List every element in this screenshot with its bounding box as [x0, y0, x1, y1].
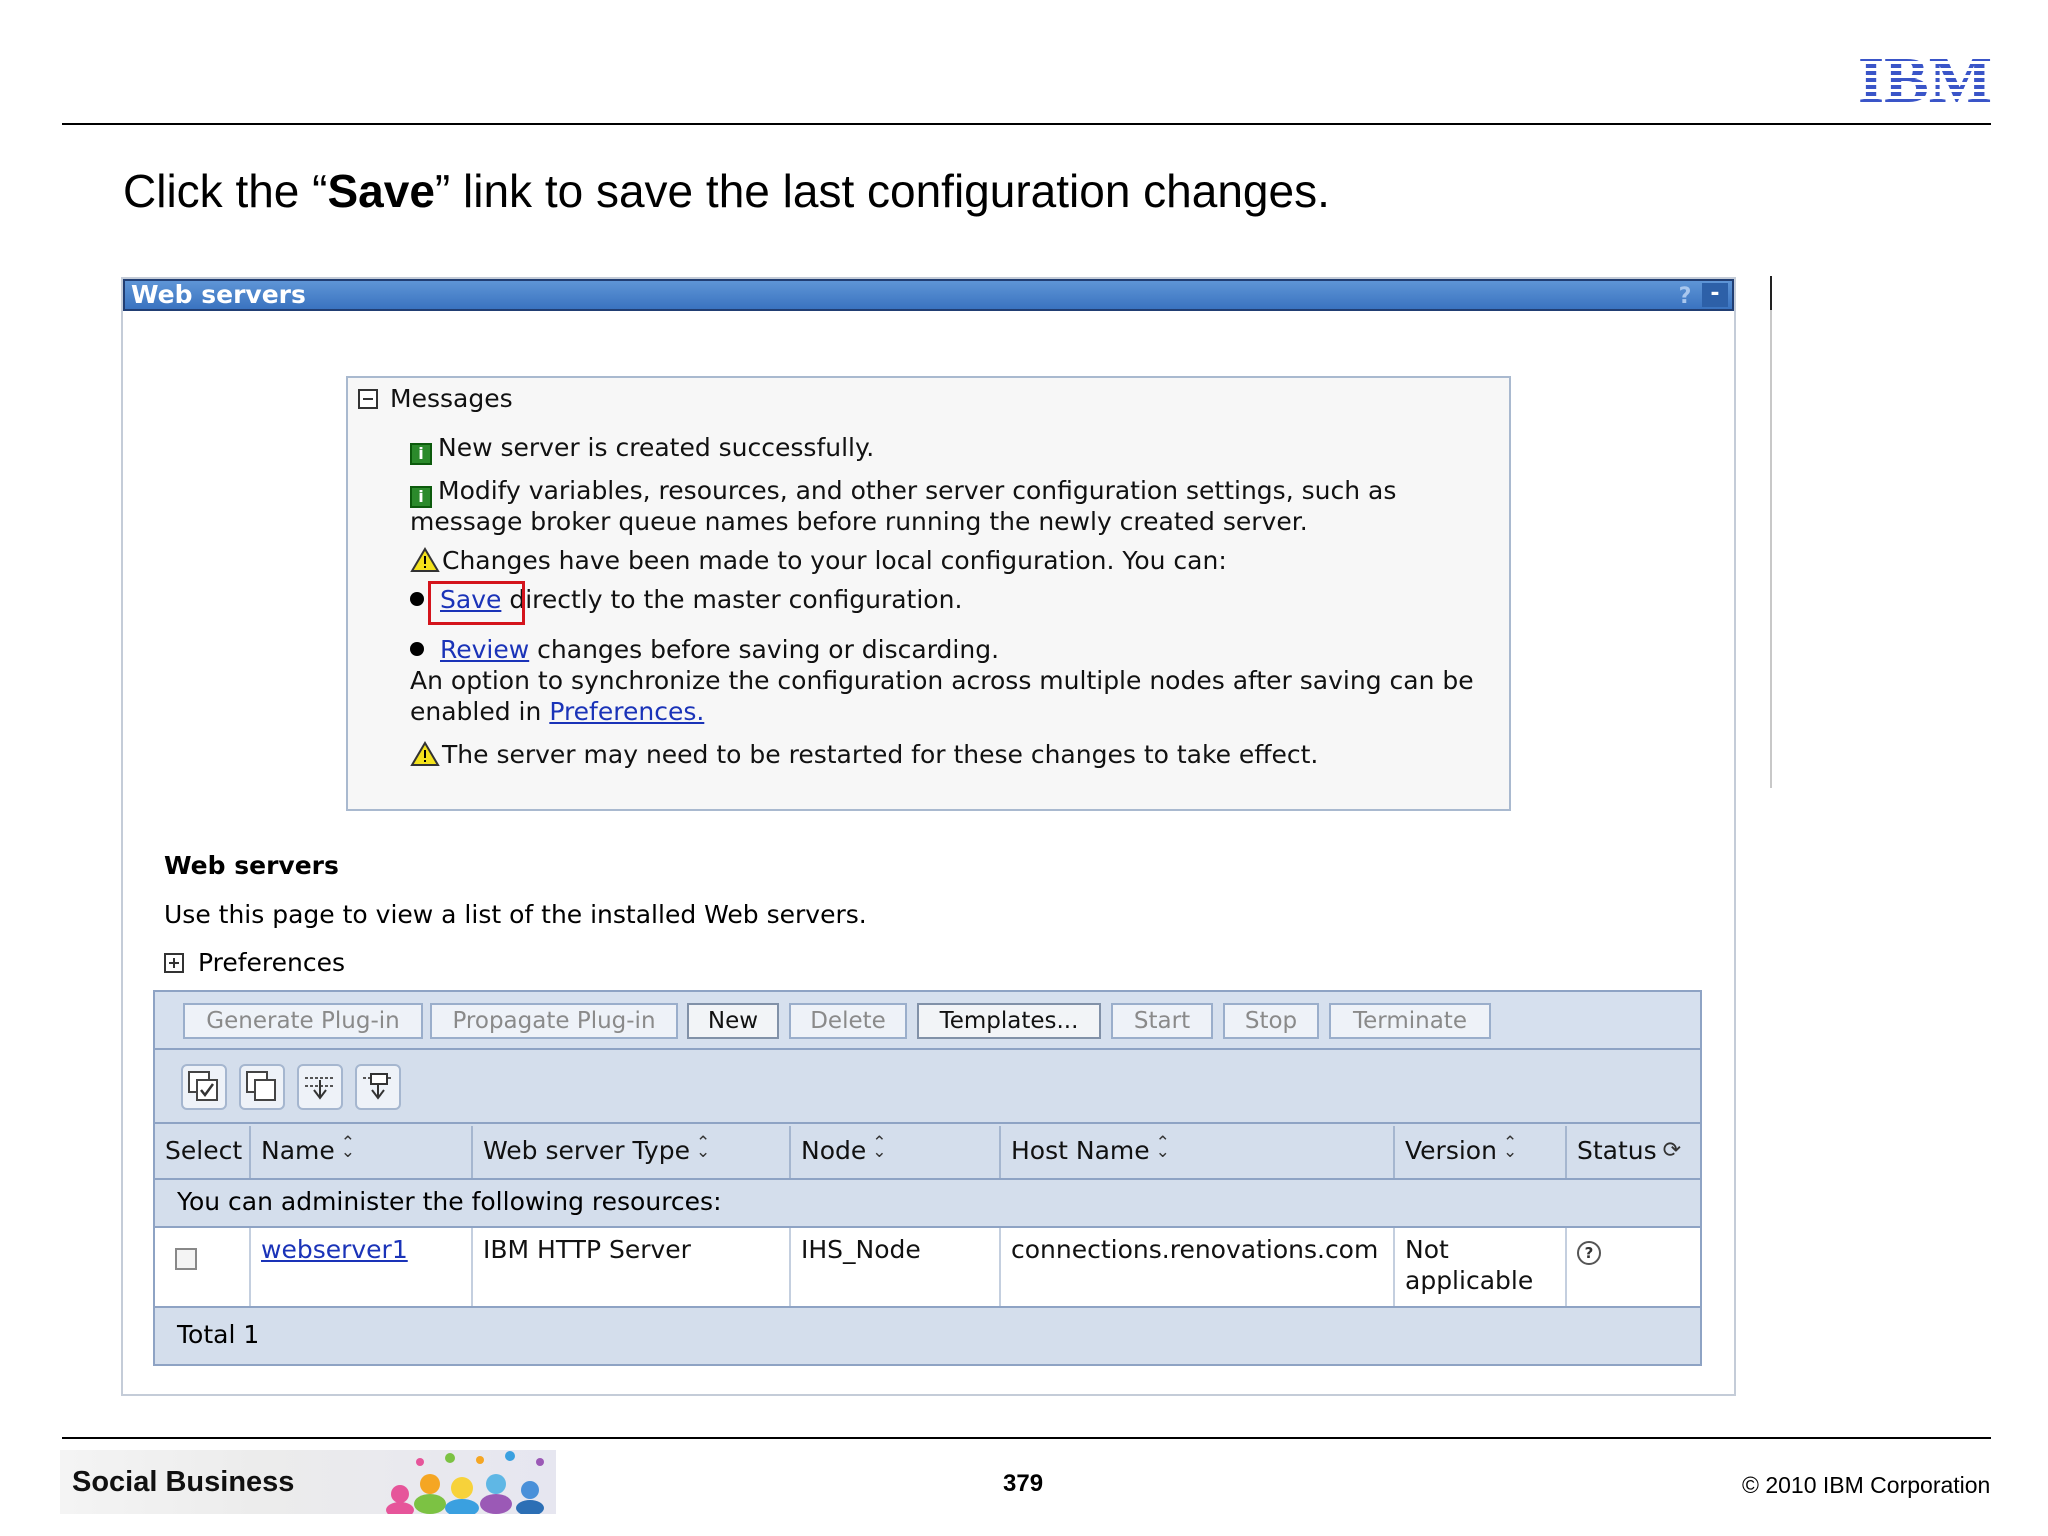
column-header-select: Select: [155, 1126, 251, 1178]
footer-rule: [62, 1437, 1991, 1439]
info-icon: i: [410, 486, 432, 508]
bullet: [410, 642, 424, 656]
refresh-icon[interactable]: ⟳: [1663, 1140, 1681, 1162]
terminate-button[interactable]: Terminate: [1329, 1003, 1491, 1039]
sync-note-cont: enabled in Preferences.: [410, 697, 705, 726]
collapse-icon[interactable]: [358, 388, 378, 409]
social-business-banner: Social Business: [60, 1450, 556, 1514]
admin-resources-row: You can administer the following resourc…: [155, 1180, 1700, 1226]
node-cell: IHS_Node: [791, 1228, 1001, 1306]
save-highlight-box: [428, 581, 525, 625]
minimize-icon[interactable]: -: [1702, 283, 1728, 307]
column-header-status[interactable]: Status ⟳: [1567, 1126, 1700, 1178]
type-cell: IBM HTTP Server: [473, 1228, 791, 1306]
people-graphic: [386, 1451, 544, 1514]
column-header-node[interactable]: Node ⌃ ⌄: [791, 1126, 1001, 1178]
panel-edge: [1770, 276, 1772, 788]
preferences-link[interactable]: Preferences.: [549, 697, 704, 726]
sort-icon[interactable]: ⌃ ⌄: [872, 1135, 886, 1161]
svg-text:IBM: IBM: [1858, 50, 1992, 106]
info-message-created: i New server is created successfully.: [410, 432, 874, 465]
info-message-modify-cont: message broker queue names before runnin…: [410, 507, 1308, 536]
column-header-name[interactable]: Name ⌃ ⌄: [251, 1126, 473, 1178]
review-option: Review changes before saving or discardi…: [410, 634, 999, 665]
select-cell: [155, 1228, 251, 1306]
warning-message-changes: Changes have been made to your local con…: [410, 545, 1227, 576]
panel-edge-top: [1770, 276, 1772, 310]
expand-icon[interactable]: [164, 952, 184, 973]
show-filter-icon[interactable]: [297, 1064, 343, 1110]
clear-filter-icon[interactable]: [355, 1064, 401, 1110]
section-title: Web servers: [164, 851, 339, 880]
info-icon: i: [410, 443, 432, 465]
sync-note: An option to synchronize the configurati…: [410, 666, 1474, 695]
version-cell: Not applicable: [1395, 1228, 1567, 1306]
stop-button[interactable]: Stop: [1223, 1003, 1319, 1039]
sort-icon[interactable]: ⌃ ⌄: [1503, 1135, 1517, 1161]
sort-icon[interactable]: ⌃ ⌄: [1156, 1135, 1170, 1161]
slide-instruction: Click the “Save” link to save the last c…: [123, 165, 1330, 217]
sort-icon[interactable]: ⌃ ⌄: [696, 1135, 710, 1161]
portlet-title: Web servers: [131, 280, 306, 309]
deselect-all-icon[interactable]: [239, 1064, 285, 1110]
name-cell: webserver1: [251, 1228, 473, 1306]
warning-message-restart: The server may need to be restarted for …: [410, 739, 1318, 770]
help-icon[interactable]: ?: [1674, 283, 1696, 309]
portlet-title-bar: Web servers ? -: [123, 279, 1734, 311]
warning-icon: [410, 741, 440, 766]
unknown-status-icon: ?: [1577, 1241, 1601, 1265]
preferences-label: Preferences: [198, 948, 346, 977]
table-row: webserver1 IBM HTTP Server IHS_Node conn…: [155, 1228, 1700, 1306]
propagate-plugin-button[interactable]: Propagate Plug-in: [430, 1003, 678, 1039]
webserver-link[interactable]: webserver1: [261, 1235, 408, 1264]
delete-button[interactable]: Delete: [789, 1003, 907, 1039]
page-number: 379: [1003, 1470, 1044, 1497]
header-rule: [62, 123, 1991, 125]
generate-plugin-button[interactable]: Generate Plug-in: [183, 1003, 423, 1039]
new-button[interactable]: New: [687, 1003, 779, 1039]
section-description: Use this page to view a list of the inst…: [164, 900, 867, 929]
warning-icon: [410, 547, 440, 572]
column-header-version[interactable]: Version ⌃ ⌄: [1395, 1126, 1567, 1178]
preferences-toggle[interactable]: Preferences: [164, 948, 345, 977]
row-checkbox[interactable]: [175, 1248, 197, 1270]
start-button[interactable]: Start: [1111, 1003, 1213, 1039]
templates-button[interactable]: Templates...: [917, 1003, 1101, 1039]
copyright: © 2010 IBM Corporation: [1742, 1472, 1991, 1498]
icon-toolbar: [155, 1052, 1700, 1124]
status-cell: ?: [1567, 1228, 1700, 1306]
info-message-modify: i Modify variables, resources, and other …: [410, 475, 1396, 508]
total-count: Total 1: [155, 1308, 1700, 1364]
column-header-type[interactable]: Web server Type ⌃ ⌄: [473, 1126, 791, 1178]
messages-heading: Messages: [390, 384, 513, 413]
select-all-icon[interactable]: [181, 1064, 227, 1110]
button-toolbar: Generate Plug-in Propagate Plug-in New D…: [155, 992, 1700, 1050]
ibm-logo: IBM: [1858, 50, 1992, 106]
messages-header[interactable]: Messages: [358, 384, 513, 413]
bullet: [410, 592, 424, 606]
column-header-host[interactable]: Host Name ⌃ ⌄: [1001, 1126, 1395, 1178]
sort-icon[interactable]: ⌃ ⌄: [341, 1135, 355, 1161]
banner-text: Social Business: [72, 1466, 295, 1498]
host-cell: connections.renovations.com: [1001, 1228, 1395, 1306]
web-servers-table: Generate Plug-in Propagate Plug-in New D…: [153, 990, 1702, 1366]
review-link[interactable]: Review: [440, 635, 529, 664]
